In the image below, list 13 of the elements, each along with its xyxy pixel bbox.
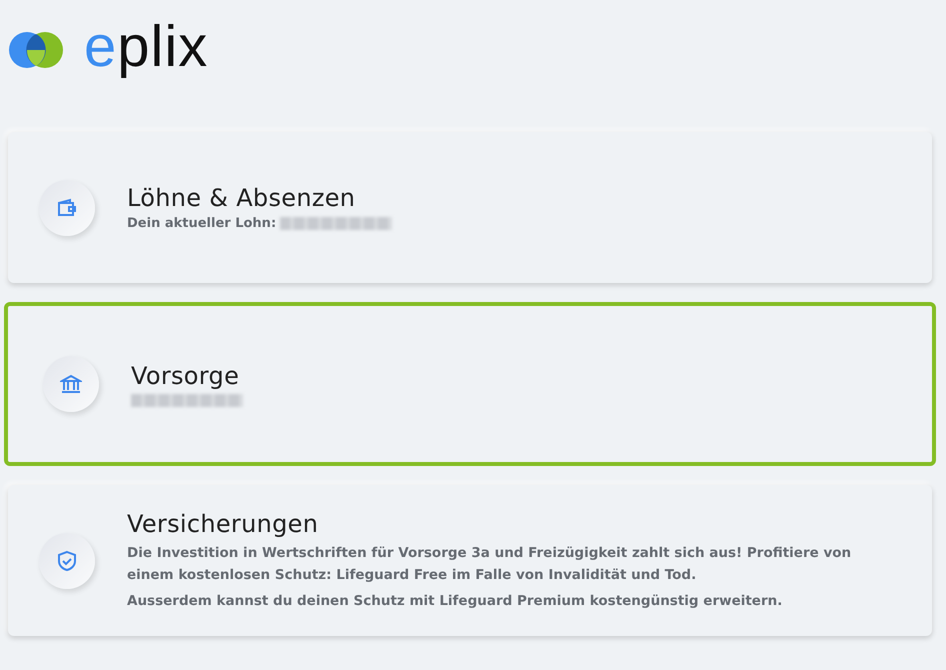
- logo-icon: [8, 31, 64, 69]
- card-description: Ausserdem kannst du deinen Schutz mit Lifeguard Premium kostengünstig erweitern.: [127, 592, 784, 610]
- menu-card[interactable]: Vorsorge: [4, 302, 936, 466]
- card-title: Vorsorge: [131, 362, 240, 390]
- card-title: Löhne & Absenzen: [127, 184, 356, 212]
- bank-icon: [60, 373, 82, 395]
- wallet-icon: [56, 198, 78, 218]
- card-subtitle: Dein aktueller Lohn:: [127, 216, 276, 231]
- shield-icon: [56, 550, 78, 572]
- menu-card[interactable]: Löhne & Absenzen Dein aktueller Lohn:: [8, 132, 932, 283]
- card-description: Die Investition in Wertschriften für Vorsorge 3a und Freizügigkeit zahlt sich aus! Profitiere von einem kostenlosen Schutz: Lifeguard Free im Falle von Invalidität und Tod.: [127, 544, 852, 584]
- card-title: Versicherungen: [127, 510, 320, 538]
- menu-card[interactable]: [8, 485, 932, 636]
